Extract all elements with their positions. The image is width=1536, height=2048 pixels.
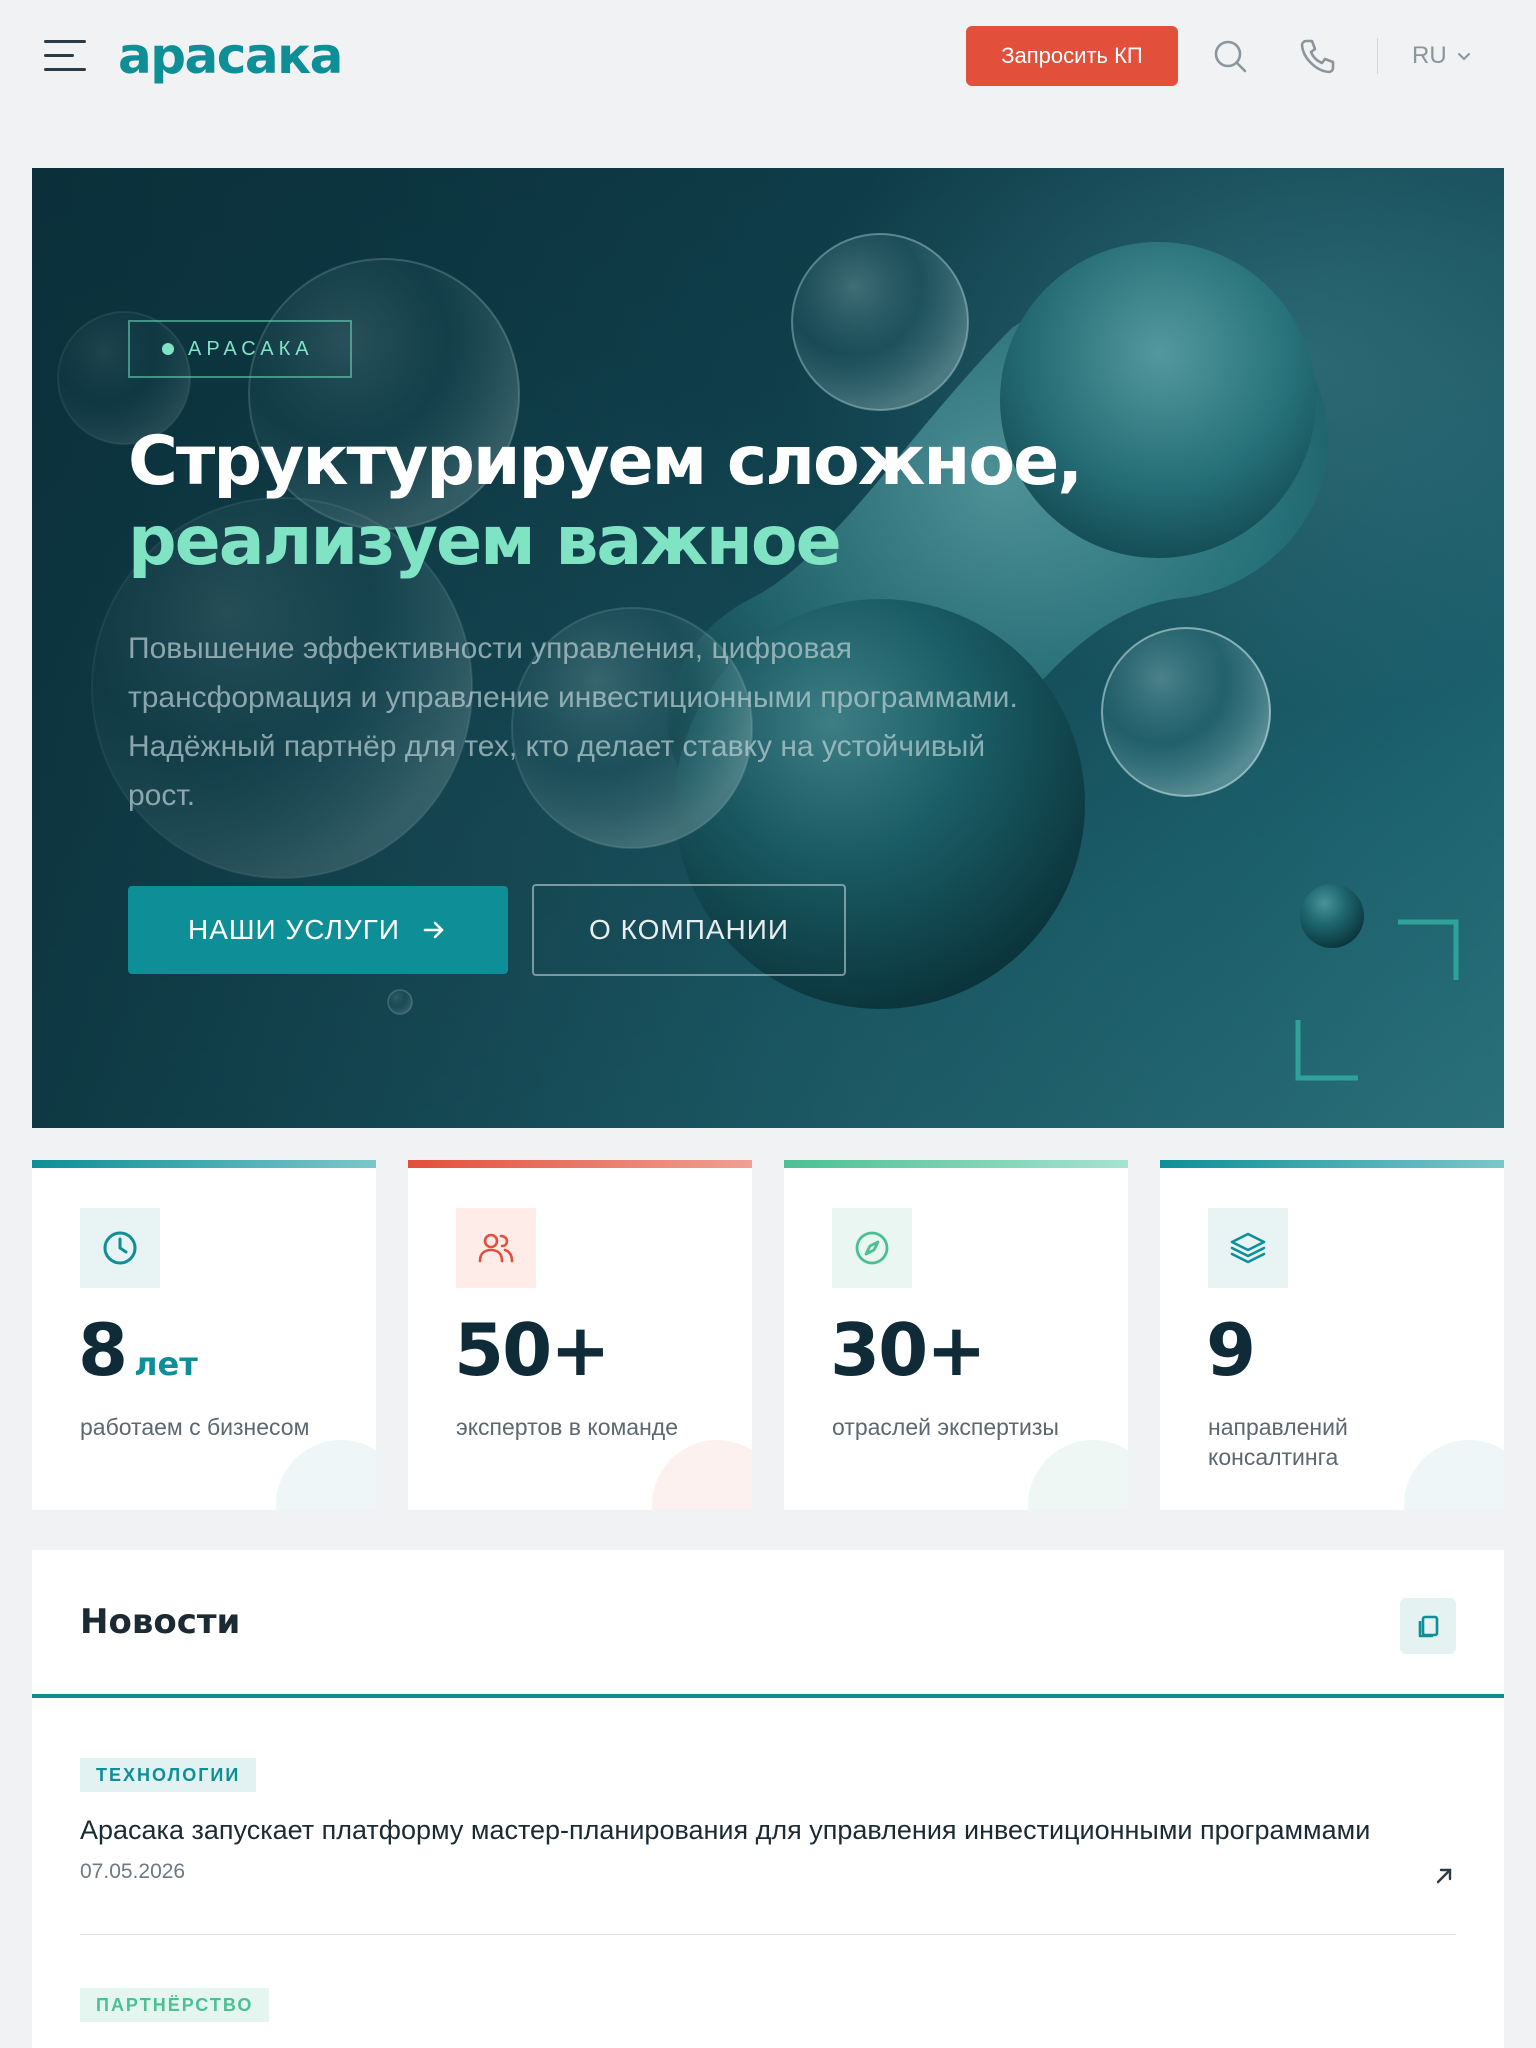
stat-card-experts: 50+ экспертов в команде <box>408 1160 752 1510</box>
stat-label: направлений консалтинга <box>1208 1414 1348 1470</box>
hero-tag-label: АРАСАКА <box>188 337 314 360</box>
stat-value: 9 <box>1206 1308 1256 1392</box>
request-quote-button[interactable]: Запросить КП <box>966 26 1178 86</box>
news-item[interactable]: ТЕХНОЛОГИИ Арасака запускает платформу м… <box>80 1758 1456 1884</box>
our-services-label: НАШИ УСЛУГИ <box>188 914 400 945</box>
menu-icon[interactable] <box>44 40 86 72</box>
layers-icon <box>1208 1208 1288 1288</box>
stat-label: отраслей экспертизы <box>832 1414 1059 1440</box>
stat-accent-bar <box>32 1160 376 1168</box>
users-icon <box>456 1208 536 1288</box>
stat-accent-bar <box>1160 1160 1504 1168</box>
news-category-badge: ТЕХНОЛОГИИ <box>80 1758 257 1792</box>
decorative-circle <box>1028 1440 1128 1510</box>
stat-label: работаем с бизнесом <box>80 1414 310 1440</box>
our-services-button[interactable]: НАШИ УСЛУГИ <box>128 886 508 974</box>
arrow-right-icon <box>423 921 444 939</box>
logo[interactable]: арасака <box>118 26 343 86</box>
hero-title: Структурируем сложное, реализуем важное <box>128 422 1228 582</box>
news-title: Новости <box>80 1602 241 1642</box>
stat-accent-bar <box>408 1160 752 1168</box>
about-company-button[interactable]: О КОМПАНИИ <box>532 884 846 976</box>
stat-unit: лет <box>134 1345 198 1383</box>
stat-card-industries: 30+ отраслей экспертизы <box>784 1160 1128 1510</box>
tag-dot-icon <box>162 343 174 355</box>
language-label: RU <box>1412 42 1447 69</box>
hero-subtitle: Повышение эффективности управления, цифр… <box>128 632 1018 812</box>
compass-icon <box>832 1208 912 1288</box>
clock-icon <box>80 1208 160 1288</box>
site-header: арасака Запросить КП RU <box>0 0 1536 112</box>
chevron-down-icon <box>1457 53 1470 61</box>
hero-title-line1: Структурируем сложное, <box>128 422 1083 501</box>
copy-icon[interactable] <box>1400 1598 1456 1654</box>
hero-banner: АРАСАКА Структурируем сложное, реализуем… <box>32 168 1504 1128</box>
stat-accent-bar <box>784 1160 1128 1168</box>
hero-title-line2: реализуем важное <box>128 502 842 581</box>
hero-tag: АРАСАКА <box>128 320 352 378</box>
news-headline-link[interactable]: Арасака запускает платформу мастер-плани… <box>80 1812 1456 1848</box>
language-selector[interactable]: RU <box>1412 36 1473 76</box>
news-item[interactable]: ПАРТНЁРСТВО <box>80 1988 1456 2022</box>
stat-value: 30+ <box>830 1308 987 1392</box>
stat-value: 8 лет <box>78 1308 198 1392</box>
news-date: 07.05.2026 <box>80 1860 186 1883</box>
phone-icon[interactable] <box>1296 34 1340 78</box>
stat-label: экспертов в команде <box>456 1414 679 1440</box>
stat-value: 50+ <box>454 1308 611 1392</box>
news-header: Новости <box>32 1550 1504 1698</box>
stat-card-years: 8 лет работаем с бизнесом <box>32 1160 376 1510</box>
arrow-up-right-icon[interactable] <box>1432 1864 1456 1888</box>
header-divider <box>1377 38 1378 74</box>
search-icon[interactable] <box>1208 34 1252 78</box>
news-section: Новости ТЕХНОЛОГИИ Арасака запускает пла… <box>32 1550 1504 2048</box>
decorative-circle <box>652 1440 752 1510</box>
news-category-badge: ПАРТНЁРСТВО <box>80 1988 270 2022</box>
decorative-circle <box>276 1440 376 1510</box>
stat-card-directions: 9 направлений консалтинга <box>1160 1160 1504 1510</box>
news-divider <box>80 1934 1456 1935</box>
